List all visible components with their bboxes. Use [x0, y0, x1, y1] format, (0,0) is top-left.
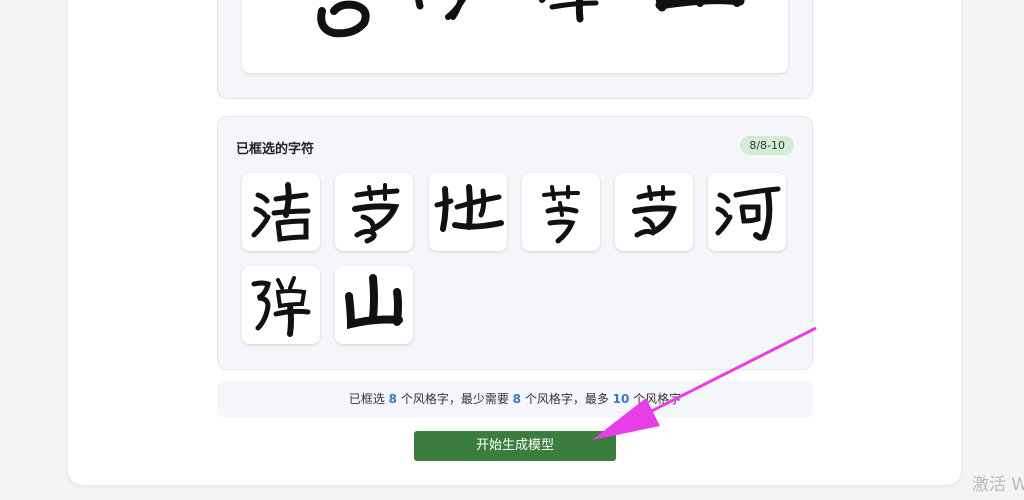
glyph-tile-1[interactable] [242, 173, 320, 251]
info-prefix: 已框选 [348, 392, 389, 406]
calligraphy-preview-panel [217, 0, 813, 99]
glyph-4-image [542, 185, 580, 244]
glyph-tile-8[interactable] [335, 266, 413, 344]
info-mid1: 个风格字，最少需要 [397, 392, 513, 406]
selection-info-bar: 已框选 8 个风格字，最少需要 8 个风格字，最多 10 个风格字 [217, 381, 813, 417]
activation-watermark: 激活 W [972, 475, 1024, 495]
selected-characters-panel: 已框选的字符 8/8-10 [217, 116, 813, 370]
calligraphy-preview-image [242, 0, 788, 73]
selection-count-badge: 8/8-10 [740, 136, 794, 155]
glyph-tile-3[interactable] [429, 173, 507, 251]
info-max-count: 10 [612, 392, 630, 406]
glyph-6-image [715, 186, 781, 241]
glyph-7-image [251, 276, 311, 337]
glyph-tile-5[interactable] [615, 173, 693, 251]
glyph-tile-7[interactable] [242, 266, 320, 344]
info-selected-count: 8 [388, 392, 397, 406]
glyph-tile-6[interactable] [708, 173, 786, 251]
info-min-count: 8 [512, 392, 521, 406]
glyph-tile-2[interactable] [335, 173, 413, 251]
info-mid2: 个风格字，最多 [521, 392, 613, 406]
selected-characters-title: 已框选的字符 [236, 142, 315, 157]
glyph-1-image [251, 182, 311, 242]
glyph-2-image [352, 183, 400, 244]
glyph-3-image [434, 184, 504, 232]
glyph-tile-4[interactable] [522, 173, 600, 251]
info-suffix: 个风格字 [629, 392, 682, 406]
glyph-8-image [345, 274, 403, 330]
start-generate-model-button[interactable]: 开始生成模型 [414, 431, 616, 461]
glyph-5-image [632, 185, 677, 238]
